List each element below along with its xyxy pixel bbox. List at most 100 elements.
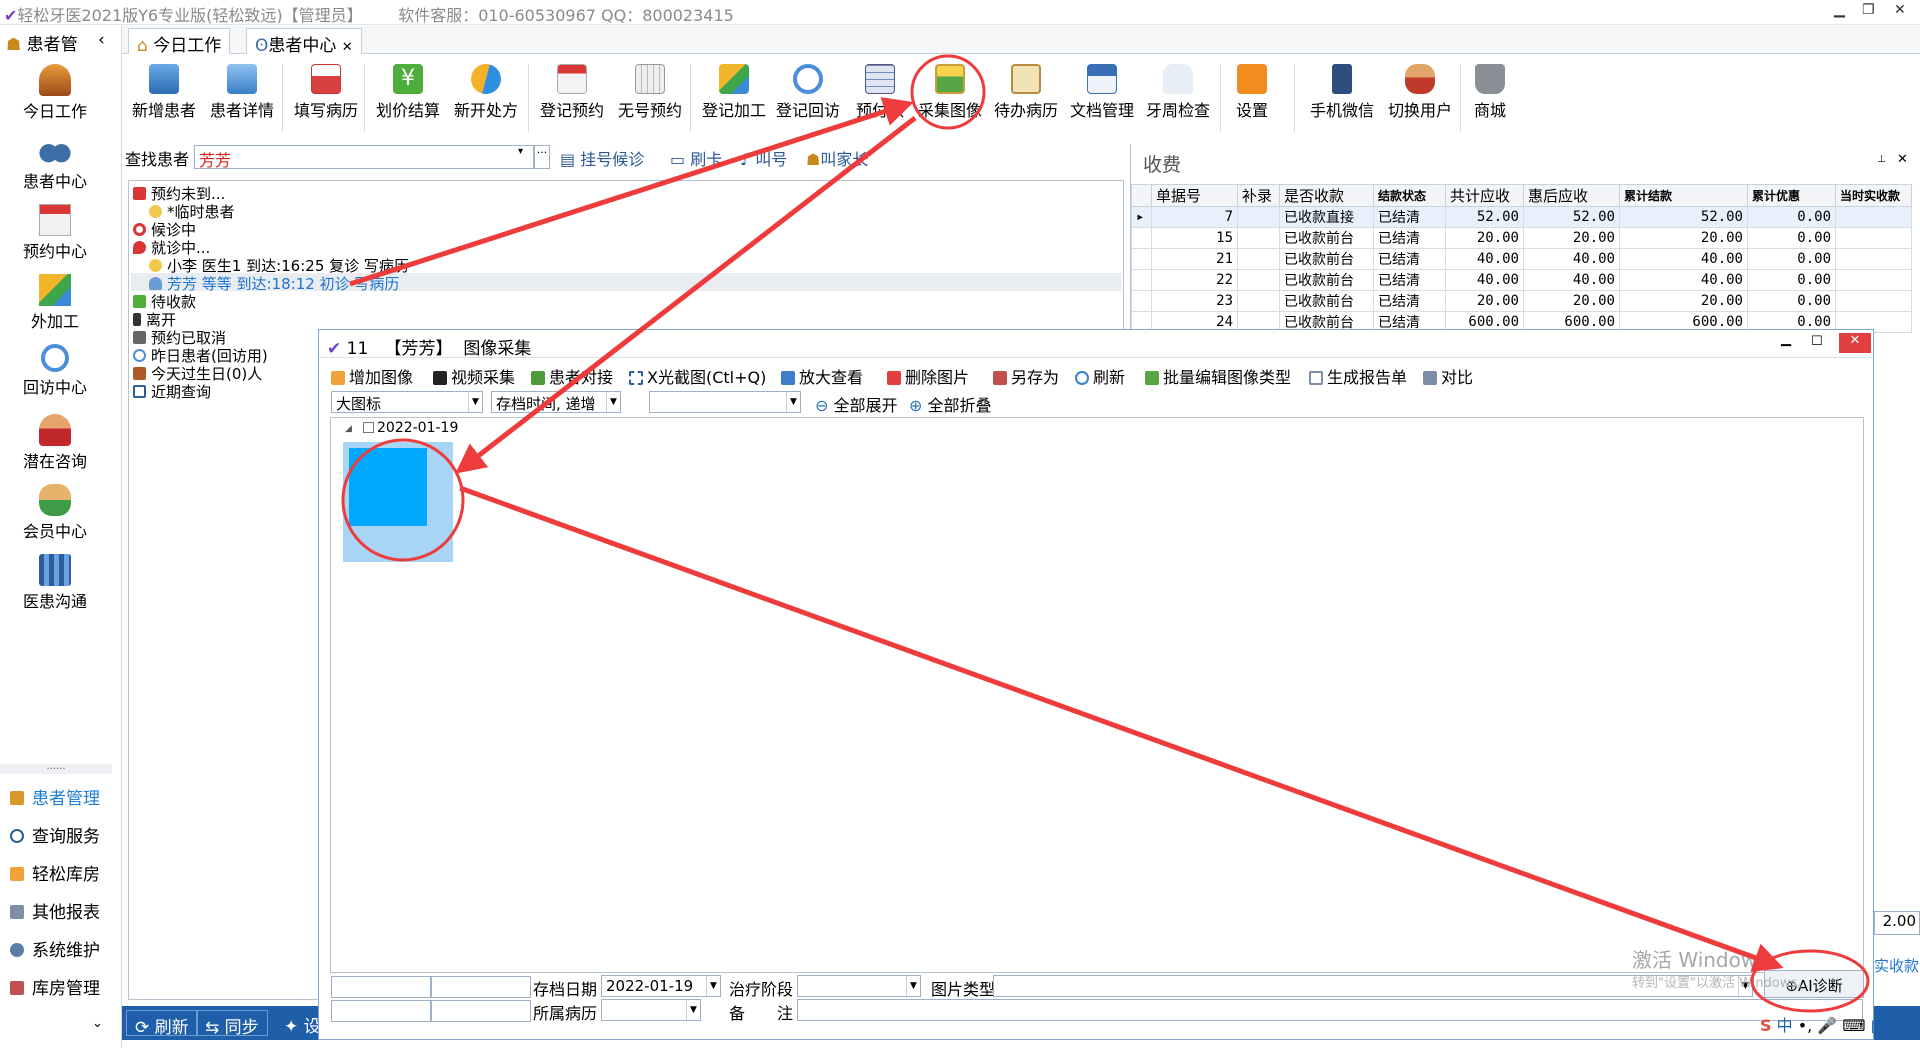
- collapse-all-button[interactable]: ⊕ 全部折叠: [909, 392, 992, 416]
- nav-communication[interactable]: 医患沟通: [0, 554, 110, 612]
- nav-patient-management[interactable]: 患者管理: [10, 784, 100, 809]
- partial-value-field[interactable]: 2.00: [1874, 911, 1920, 935]
- switch-user-button[interactable]: 切换用户: [1388, 64, 1452, 121]
- shop-button[interactable]: 商城: [1474, 64, 1506, 121]
- nav-patient-center[interactable]: 患者中心: [0, 134, 110, 192]
- table-row[interactable]: 15 已收款前台 已结清 20.00 20.00 20.00 0.00: [1131, 227, 1912, 249]
- capture-image-button[interactable]: 采集图像: [918, 64, 982, 121]
- nav-member-center[interactable]: 会员中心: [0, 484, 110, 542]
- video-capture-button[interactable]: 视频采集: [433, 364, 515, 388]
- write-record-button[interactable]: 填写病历: [294, 64, 358, 121]
- save-as-button[interactable]: 另存为: [993, 364, 1059, 388]
- new-prescription-button[interactable]: 新开处方: [454, 58, 518, 121]
- search-dropdown-icon[interactable]: ▾: [518, 146, 523, 157]
- yen-icon: ¥: [393, 64, 423, 94]
- refresh-dialog-button[interactable]: 刷新: [1075, 364, 1125, 388]
- pin-icon[interactable]: ⊥: [1877, 154, 1886, 165]
- register-followup-button[interactable]: 登记回访: [776, 64, 840, 121]
- group-checkbox[interactable]: [363, 422, 374, 433]
- swipe-card-link[interactable]: ▭ 刷卡: [670, 146, 722, 170]
- nav-outsourcing[interactable]: 外加工: [0, 274, 110, 332]
- add-patient-button[interactable]: 新增患者: [132, 64, 196, 121]
- periodontal-exam-button[interactable]: 牙周检查: [1146, 64, 1210, 121]
- register-appointment-button[interactable]: 登记预约: [540, 64, 604, 121]
- ime-toolbar[interactable]: S 中 •, 🎤 ⌨ ▦: [1760, 1012, 1886, 1036]
- nav-stock-management[interactable]: 库房管理: [10, 974, 100, 999]
- group-toggle-icon[interactable]: ◢: [345, 424, 352, 434]
- column-header: 惠后应收: [1523, 184, 1620, 207]
- xray-capture-button[interactable]: X光截图(Ctl+Q): [629, 364, 766, 388]
- support-info: 软件客服：010-60530967 QQ：800023415: [398, 6, 734, 25]
- nav-followup-center[interactable]: 回访中心: [0, 344, 110, 398]
- register-wait-link[interactable]: ▤ 挂号候诊: [560, 146, 644, 170]
- image-capture-dialog: ✔ 11 【芳芳】 图像采集 ▁ ☐ ✕ 增加图像 视频采集 患者对接 X光截图…: [318, 329, 1874, 1040]
- binoculars-icon: ʘ: [255, 36, 269, 56]
- refresh-cycle-icon: [41, 344, 69, 372]
- nav-system-maintenance[interactable]: 系统维护: [10, 936, 100, 961]
- tab-close-icon[interactable]: ✕: [342, 40, 353, 55]
- tree-item-recent-query[interactable]: 近期查询: [133, 381, 211, 402]
- table-cell: [1237, 206, 1280, 228]
- dialog-maximize-button[interactable]: ☐: [1811, 334, 1823, 349]
- thumbnail-item[interactable]: [343, 442, 453, 562]
- thumbnail-image[interactable]: [349, 448, 427, 526]
- settings-button[interactable]: 设置: [1236, 64, 1268, 121]
- nav-expand-chevron-icon[interactable]: ⌄: [92, 1016, 103, 1031]
- prepayment-button[interactable]: 预付款: [856, 64, 904, 121]
- tab-today-work[interactable]: ⌂ 今日工作: [128, 28, 231, 56]
- keyboard-icon: ⌨: [1842, 1016, 1866, 1035]
- table-row[interactable]: 23 已收款前台 已结清 20.00 20.00 20.00 0.00: [1131, 290, 1912, 312]
- nav-potential-consult[interactable]: 潜在咨询: [0, 414, 110, 472]
- close-button[interactable]: ✕: [1894, 2, 1906, 18]
- minimize-button[interactable]: ▁: [1834, 2, 1845, 18]
- compare-button[interactable]: 对比: [1423, 364, 1473, 388]
- register-outsourcing-button[interactable]: 登记加工: [702, 64, 766, 121]
- nav-appointment-center[interactable]: 预约中心: [0, 204, 110, 262]
- table-row[interactable]: 22 已收款前台 已结清 40.00 40.00 40.00 0.00: [1131, 269, 1912, 291]
- tree-item-patient-fangfang[interactable]: 芳芳 等等 到达:18:12 初诊 写病历: [131, 273, 1121, 293]
- table-row[interactable]: ▸ 7 已收款直接 已结清 52.00 52.00 52.00 0.00: [1131, 206, 1912, 228]
- nav-today-work[interactable]: 今日工作: [0, 64, 110, 122]
- search-patient-input[interactable]: 芳芳: [194, 145, 534, 170]
- patient-detail-button[interactable]: 患者详情: [210, 64, 274, 121]
- call-parent-link[interactable]: ☗叫家长: [806, 146, 868, 170]
- view-mode-select[interactable]: 大图标 ▼: [331, 391, 483, 413]
- patient-dock-button[interactable]: 患者对接: [531, 364, 613, 388]
- generate-report-button[interactable]: 生成报告单: [1309, 364, 1407, 388]
- batch-edit-type-button[interactable]: 批量编辑图像类型: [1145, 364, 1291, 388]
- nav-header[interactable]: ☗ 患者管 ‹: [0, 26, 122, 56]
- table-row[interactable]: 21 已收款前台 已结清 40.00 40.00 40.00 0.00: [1131, 248, 1912, 270]
- dialog-close-button[interactable]: ✕: [1839, 333, 1871, 353]
- add-image-button[interactable]: 增加图像: [331, 364, 413, 388]
- delete-image-button[interactable]: 删除图片: [887, 364, 969, 388]
- treatment-stage-select[interactable]: ▼: [797, 975, 921, 997]
- zoom-view-button[interactable]: 放大查看: [781, 364, 863, 388]
- panel-close-icon[interactable]: ✕: [1897, 152, 1908, 167]
- column-header: 单据号: [1151, 184, 1238, 207]
- sort-select[interactable]: 存档时间, 递增 ▼: [491, 391, 621, 413]
- mobile-wechat-button[interactable]: 手机微信: [1310, 64, 1374, 121]
- collapse-chevron-icon[interactable]: ‹: [98, 30, 105, 50]
- nav-other-reports[interactable]: 其他报表: [10, 898, 100, 923]
- record-select[interactable]: ▼: [601, 999, 701, 1021]
- dialog-minimize-button[interactable]: ▁: [1781, 332, 1791, 347]
- filter-select[interactable]: ▼: [649, 391, 801, 413]
- refresh-button[interactable]: ⟳ 刷新: [126, 1010, 198, 1038]
- search-more-button[interactable]: ···: [534, 145, 550, 169]
- nav-query-service[interactable]: 查询服务: [10, 822, 100, 847]
- call-number-link[interactable]: ♪ 叫号: [740, 146, 787, 170]
- archive-date-picker[interactable]: 2022-01-19 ▼: [601, 975, 721, 997]
- tab-patient-center[interactable]: ʘ患者中心 ✕: [246, 28, 362, 56]
- pending-records-button[interactable]: 待办病历: [994, 64, 1058, 121]
- actual-payment-link[interactable]: 实收款: [1874, 955, 1919, 976]
- note-input[interactable]: [797, 999, 1863, 1021]
- no-number-appointment-button[interactable]: 无号预约: [618, 64, 682, 121]
- table-cell: 0.00: [1747, 227, 1836, 249]
- nav-splitter[interactable]: ......: [0, 762, 112, 774]
- nav-warehouse[interactable]: 轻松库房: [10, 860, 100, 885]
- pricing-settlement-button[interactable]: ¥ 划价结算: [376, 64, 440, 121]
- restore-button[interactable]: ❐: [1862, 2, 1875, 18]
- expand-all-button[interactable]: ⊖ 全部展开: [815, 392, 898, 416]
- sync-button[interactable]: ⇆ 同步: [196, 1010, 268, 1038]
- document-management-button[interactable]: 文档管理: [1070, 64, 1134, 121]
